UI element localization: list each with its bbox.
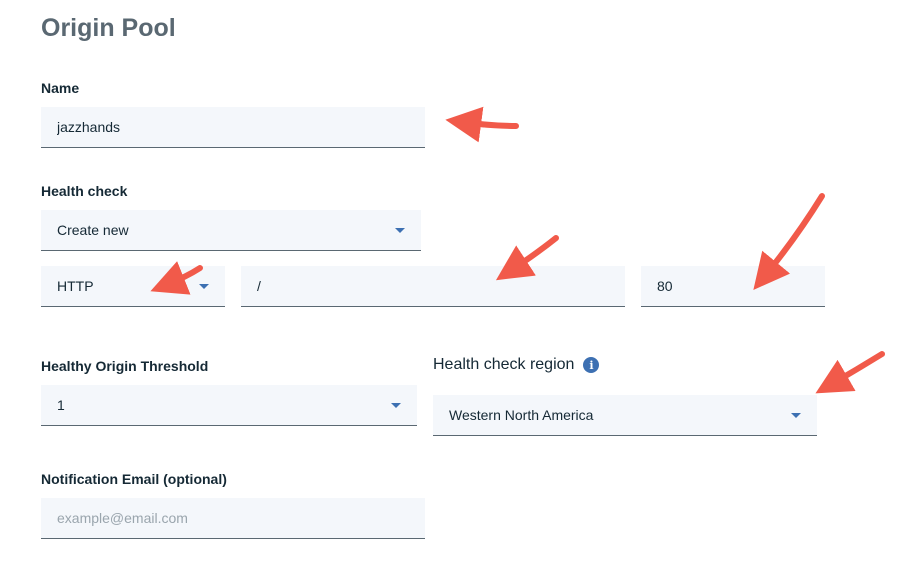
port-input[interactable] <box>657 266 825 306</box>
threshold-select[interactable]: 1 <box>41 385 417 426</box>
page-title: Origin Pool <box>41 14 176 42</box>
email-input[interactable] <box>57 498 425 538</box>
chevron-down-icon <box>391 403 401 408</box>
name-label: Name <box>41 80 80 96</box>
health-check-label: Health check <box>41 183 128 199</box>
annotation-arrow <box>445 106 519 143</box>
region-label: Health check region <box>433 356 575 373</box>
path-field[interactable] <box>241 266 625 307</box>
threshold-label: Healthy Origin Threshold <box>41 358 209 374</box>
annotation-arrow <box>815 351 885 394</box>
region-label-row: Health check region i <box>433 356 600 374</box>
region-select[interactable]: Western North America <box>433 395 817 436</box>
health-check-type-select[interactable]: Create new <box>41 210 421 251</box>
port-field[interactable] <box>641 266 825 307</box>
email-label: Notification Email (optional) <box>41 471 227 487</box>
protocol-value: HTTP <box>57 278 94 294</box>
name-input[interactable] <box>57 107 425 147</box>
name-field[interactable] <box>41 107 425 148</box>
region-value: Western North America <box>449 407 594 423</box>
health-check-type-value: Create new <box>57 222 129 238</box>
path-input[interactable] <box>257 266 625 306</box>
annotation-arrow <box>753 193 825 290</box>
email-field[interactable] <box>41 498 425 539</box>
chevron-down-icon <box>791 413 801 418</box>
info-icon[interactable]: i <box>583 357 600 373</box>
chevron-down-icon <box>199 284 209 289</box>
chevron-down-icon <box>395 228 405 233</box>
protocol-select[interactable]: HTTP <box>41 266 225 307</box>
threshold-value: 1 <box>57 397 65 413</box>
